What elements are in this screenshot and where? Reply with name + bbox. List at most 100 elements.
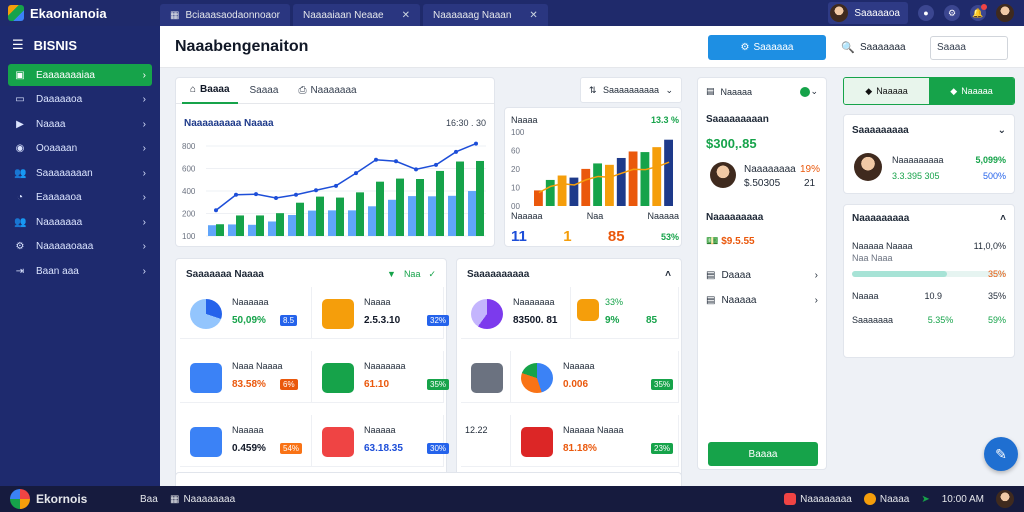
taskbar-brand[interactable]: Ekornois [0,489,140,509]
tile[interactable]: Naaaaaaa 83500. 81 [461,287,571,339]
sidebar-item-1[interactable]: ▣ Eaaaaaaaiaa › [8,64,152,86]
profile-head: ▤ Naaaaa ⌄ [706,86,818,97]
tile[interactable]: Naaa Naaaa 83.58% 6% [180,351,312,403]
chart-bar [640,152,650,206]
chart-point [354,171,358,176]
chevron-down-icon[interactable]: ⌄ [810,86,818,97]
chat-fab-button[interactable]: ✎ [984,437,1018,471]
users-icon: 👥 [14,216,27,228]
sidebar-item-7[interactable]: 👥 Naaaaaaa › [8,211,152,233]
profile-link-1[interactable]: ▤ Daaaa › [706,270,818,281]
check-icon[interactable]: ✓ [428,269,436,280]
menu-icon[interactable]: ☰ [12,37,24,53]
notification-icon[interactable]: 🔔 [970,4,987,21]
settings-icon: ⚙ [15,241,25,252]
sidebar-item-3[interactable]: ▶ Naaaa › [8,113,152,135]
mini-stat-values: 11 1 85 53% [511,228,679,245]
taskbar-item[interactable]: ▦ Naaaaaaaa [170,494,235,505]
chevron-right-icon: › [814,295,818,306]
chevron-up-icon[interactable]: ˄ [665,269,671,280]
tab-overview-2[interactable]: Saaaa [242,78,287,104]
chart-bar [368,206,376,236]
search-input[interactable] [930,35,1008,60]
filter-dropdown[interactable]: ⇅ Saaaaaaaaaa ⌄ [580,77,682,103]
search-icon[interactable]: 🔍 [840,41,856,54]
chevron-down-icon[interactable]: ⌄ [998,125,1006,136]
filter-icon[interactable]: ▼ [387,269,396,280]
taskbar-item[interactable]: Naaaaaaaa [784,493,852,505]
tile-change: 9% [605,315,620,326]
taskbar-avatar[interactable] [996,490,1014,508]
sidebar-item-8[interactable]: ⚙ Naaaaaoaaa › [8,236,152,258]
mini-chart-card: Naaaa 13.3 % 100 60 20 10 00 Naaaaa Naa Naaa… [504,107,682,247]
contact-row-2: 3.3.395 305 500% [892,171,1006,181]
app-brand[interactable]: Ekaonianoia [0,0,160,26]
contact-head: Saaaaaaaaa ⌄ [852,125,1006,136]
settings-icon[interactable]: ⚙ [944,5,960,21]
user-chip[interactable]: Saaaaaoa [828,2,908,24]
tab-overview-1[interactable]: ⌂ Baaaa [182,78,238,104]
stat-label: Naa [586,211,604,221]
segment-right[interactable]: ◆ Naaaaa [929,78,1014,104]
tab-2[interactable]: Naaaaiaan Neaae ✕ [292,4,420,26]
sidebar-item-2[interactable]: ▭ Daaaaaoa › [8,89,152,111]
tile[interactable]: Naaaaaaa 61.10 35% [312,351,450,403]
overview-chart-svg: 800 600 400 200 100 [182,141,486,241]
chart-icon: ◔ [16,192,24,203]
profile-button[interactable]: Baaaa [708,442,818,466]
sidebar-title: ☰ BISNIS [12,37,77,53]
y-tick-label: 00 [511,202,520,211]
tile-change: 23% [651,443,674,454]
tile[interactable] [461,351,511,403]
overview-tabs: ⌂ Baaaa Saaaa ⎙ Naaaaaaa [176,78,494,104]
tile[interactable]: Naaaaa 0.006 35% [511,351,679,403]
chevron-right-icon: › [142,192,146,203]
printer-icon: ⎙ [298,85,307,96]
chevron-right-icon: › [142,167,146,179]
sidebar-item-5[interactable]: 👥 Saaaaaaaan › [8,162,152,184]
chart-point [414,167,418,172]
top-bar: Ekaonianoia ▦ Bciaaasaodaonnoaor Naaaaia… [0,0,1024,26]
taskbar-item[interactable]: Baa [140,494,170,505]
pie-chart-icon [190,299,222,329]
stats-row-3: Naaaa 10.9 35% [852,291,1006,301]
chart-bar [228,224,236,236]
profile-avatar[interactable] [996,4,1014,22]
taskbar-item[interactable]: Naaaa [863,493,909,505]
record-icon [784,493,797,505]
tile[interactable]: 33% 9% 85 [571,287,679,339]
sidebar-item-9[interactable]: ⇥ Baan aaa › [8,260,152,282]
close-icon[interactable]: ✕ [529,10,537,21]
y-tick-label: 10 [511,184,520,193]
app-logo-icon [10,489,30,509]
section-action[interactable]: Naa [404,269,421,280]
arrow-icon[interactable]: ➤ [921,494,929,505]
stat-percent: 53% [660,231,679,242]
chevron-up-icon[interactable]: ˄ [1000,213,1006,224]
stats-mid: 5.35% [927,315,954,325]
tab-1[interactable]: ▦ Bciaaasaodaonnoaor [160,4,290,26]
chat-icon: ✎ [995,445,1007,462]
user-name: Saaaaaoa [854,7,900,19]
chart-bar [316,196,324,236]
primary-button[interactable]: ⚙ Saaaaaa [708,35,826,60]
tile[interactable]: Naaaaa 0.459% 54% [180,415,312,467]
close-icon[interactable]: ✕ [402,10,410,21]
section-title: Saaaaaaa Naaaa [186,269,264,280]
stats-value: 11,0,0% [973,241,1006,251]
stats-card: Naaaaaaaaa ˄ Naaaaa Naaaa 11,0,0% Naa Na… [843,204,1015,358]
tile[interactable]: Naaaaa 63.18.35 30% [312,415,450,467]
stats-value: 59% [987,315,1006,325]
status-icon[interactable]: ● [918,5,934,21]
stat-label: Naaaaa [511,211,543,221]
tab-overview-3[interactable]: ⎙ Naaaaaaa [290,78,364,104]
tab-3[interactable]: Naaaaaag Naaan ✕ [423,4,548,26]
tile[interactable]: Naaaaaa 50,09% 8.5 [180,287,312,339]
stats-label: Naaaa [852,291,879,301]
tile[interactable]: Naaaa 2.5.3.10 32% [312,287,450,339]
tile[interactable]: Naaaaa Naaaa 81.18% 23% [511,415,679,467]
profile-link-2[interactable]: ▤ Naaaaa › [706,295,818,306]
segment-left[interactable]: ◆ Naaaaa [844,78,929,104]
sidebar-item-4[interactable]: ◉ Ooaaaan › [8,138,152,160]
sidebar-item-6[interactable]: ◔ Eaaaaaoa › [8,187,152,209]
